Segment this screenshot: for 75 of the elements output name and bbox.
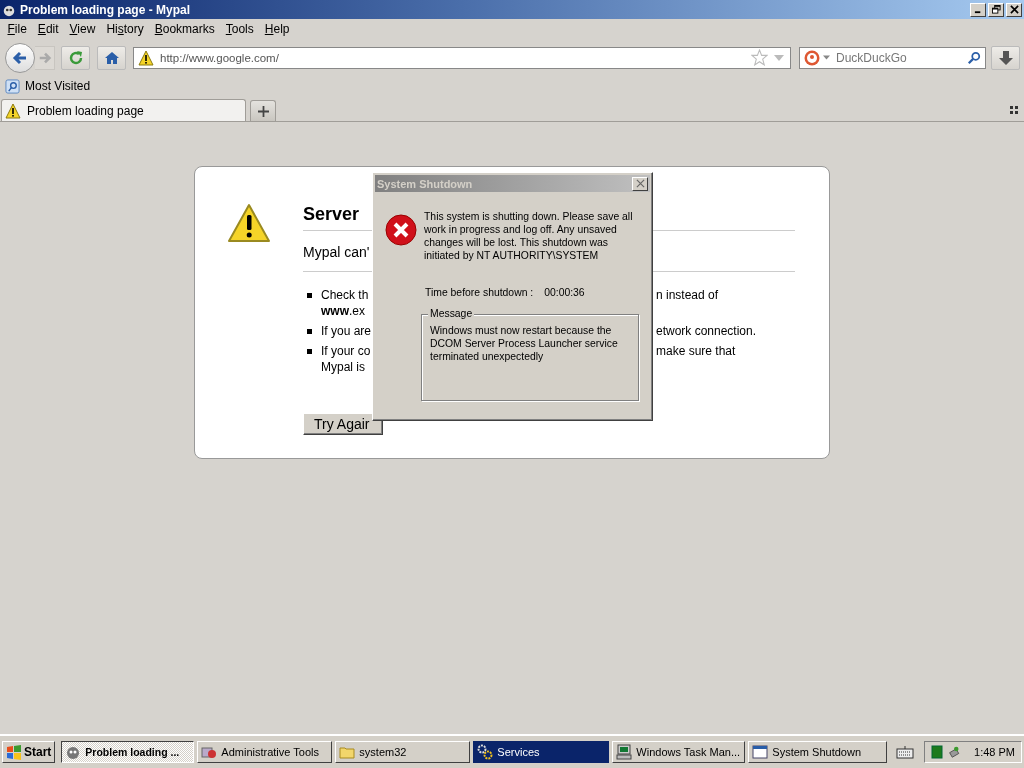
- menu-item[interactable]: History: [100, 22, 150, 36]
- menu-item[interactable]: Edit: [32, 22, 65, 36]
- arrow-right-icon: [37, 50, 52, 65]
- search-field[interactable]: DuckDuckGo: [836, 50, 956, 65]
- warning-icon: [227, 203, 271, 243]
- window-icon: [752, 744, 769, 760]
- taskbar-button[interactable]: Problem loading ...: [61, 741, 195, 763]
- close-icon: [635, 179, 645, 188]
- download-button[interactable]: [991, 45, 1020, 70]
- countdown-label: Time before shutdown :: [425, 287, 534, 298]
- menu-item[interactable]: Bookmarks: [149, 22, 221, 36]
- star-icon[interactable]: [751, 49, 768, 66]
- reload-button[interactable]: [61, 45, 90, 70]
- new-tab-button[interactable]: [250, 100, 276, 121]
- bookmark-item[interactable]: Most Visited: [5, 78, 91, 94]
- dialog-title: System Shutdown: [377, 177, 473, 190]
- start-button[interactable]: Start: [2, 741, 56, 763]
- menu-item[interactable]: Tools: [220, 22, 260, 36]
- minimize-button[interactable]: [970, 2, 986, 17]
- close-button[interactable]: [1006, 2, 1022, 17]
- taskbar-button[interactable]: system32: [335, 741, 471, 763]
- dropdown-icon[interactable]: [823, 55, 830, 60]
- group-message: Windows must now restart because the DCOM Server Process Launcher service terminated unexpectedly: [430, 324, 619, 363]
- taskbar-button[interactable]: Administrative Tools: [197, 741, 333, 763]
- close-icon: [1009, 5, 1019, 14]
- grip-icon[interactable]: [1010, 106, 1018, 114]
- list-text: Mypal is: [321, 360, 365, 374]
- bookmark-icon: [5, 78, 20, 94]
- menu-item[interactable]: View: [64, 22, 101, 36]
- keyboard-icon[interactable]: [896, 745, 915, 759]
- clock: 1:48 PM: [974, 746, 1015, 758]
- folder-icon: [339, 744, 356, 760]
- menu-item[interactable]: Help: [259, 22, 295, 36]
- app-icon: [65, 744, 82, 760]
- network-icon[interactable]: [948, 745, 960, 759]
- restore-button[interactable]: [988, 2, 1004, 17]
- list-text: etwork connection.: [656, 324, 757, 338]
- search-box[interactable]: DuckDuckGo: [799, 46, 986, 69]
- bullet-icon: [307, 348, 312, 354]
- download-icon: [997, 49, 1014, 66]
- list-text: make sure that: [656, 344, 736, 358]
- browser-tab[interactable]: Problem loading page: [1, 99, 246, 121]
- home-icon: [103, 49, 120, 66]
- list-text: Check th: [321, 288, 369, 302]
- warning-icon: [138, 49, 154, 66]
- warning-icon: [5, 102, 21, 119]
- taskbar-button[interactable]: System Shutdown: [748, 741, 888, 763]
- list-text: If you are: [321, 324, 372, 338]
- taskbar-button[interactable]: Windows Task Man...: [612, 741, 746, 763]
- tools-icon: [201, 744, 218, 760]
- bullet-icon: [307, 328, 312, 334]
- list-text: If your co: [321, 344, 371, 358]
- menu-item[interactable]: File: [2, 22, 33, 36]
- monitor-icon[interactable]: [931, 745, 943, 759]
- plus-icon: [257, 105, 269, 117]
- close-button[interactable]: [632, 176, 648, 191]
- address-field[interactable]: http://www.google.com/: [133, 46, 791, 69]
- computer-icon: [616, 744, 633, 760]
- window-title: Problem loading page - Mypal: [20, 2, 191, 17]
- try-again-button[interactable]: Try Agair: [303, 413, 383, 435]
- taskbar-button[interactable]: Services: [473, 741, 610, 763]
- gears-icon: [477, 744, 494, 760]
- home-button[interactable]: [97, 45, 126, 70]
- error-icon: [385, 214, 417, 246]
- back-button[interactable]: [5, 42, 35, 73]
- list-text: www.ex: [321, 304, 366, 318]
- search-icon[interactable]: [967, 50, 981, 65]
- restore-icon: [991, 5, 1001, 14]
- bullet-icon: [307, 292, 312, 298]
- group-label: Message: [428, 308, 475, 320]
- arrow-left-icon: [12, 49, 28, 66]
- windows-logo: [6, 744, 22, 760]
- countdown-value: 00:00:36: [544, 287, 585, 298]
- list-text: n instead of: [656, 288, 719, 302]
- reload-icon: [67, 49, 84, 66]
